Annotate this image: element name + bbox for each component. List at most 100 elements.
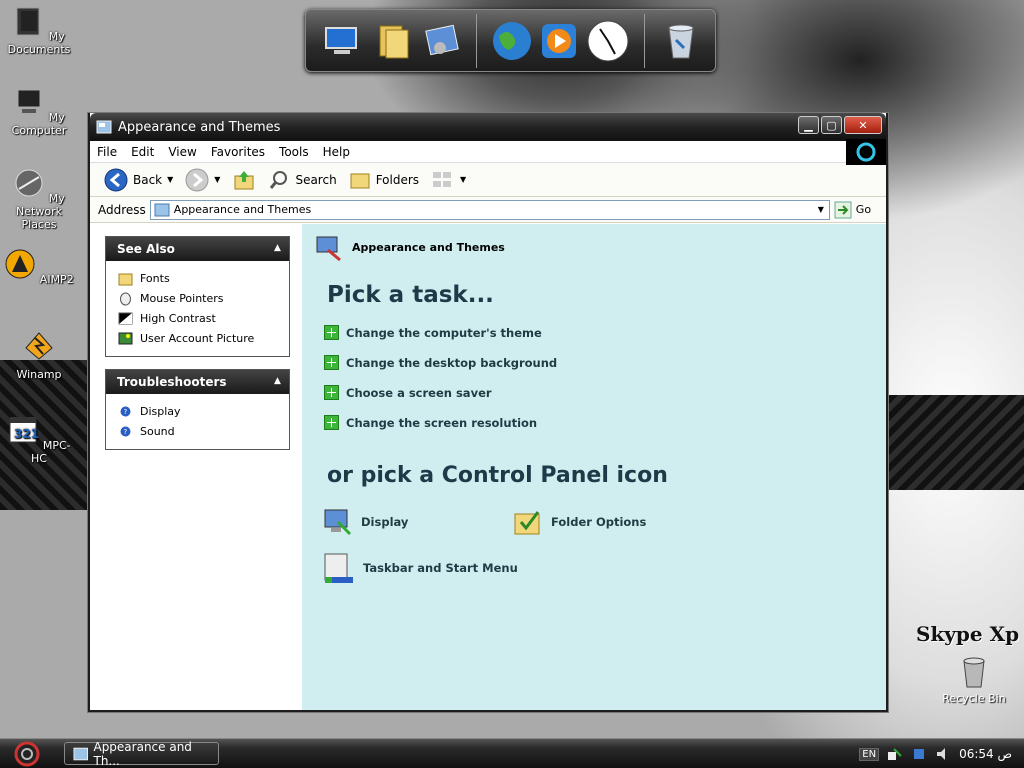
menu-help[interactable]: Help xyxy=(316,145,357,159)
left-task-pane: See Also ▲ Fonts Mouse Pointers High Con… xyxy=(90,224,302,710)
task-change-background[interactable]: Change the desktop background xyxy=(324,355,557,370)
category-heading: Appearance and Themes xyxy=(314,232,505,262)
menu-tools[interactable]: Tools xyxy=(272,145,316,159)
content-area: See Also ▲ Fonts Mouse Pointers High Con… xyxy=(90,224,886,710)
folder-icon[interactable] xyxy=(372,18,418,64)
task-screen-saver[interactable]: Choose a screen saver xyxy=(324,385,492,400)
see-also-user-picture[interactable]: User Account Picture xyxy=(118,328,289,348)
window-title: Appearance and Themes xyxy=(118,119,281,135)
clock[interactable]: 06:54 ص xyxy=(959,747,1012,761)
menu-view[interactable]: View xyxy=(161,145,203,159)
see-also-mouse-pointers[interactable]: Mouse Pointers xyxy=(118,288,289,308)
desktop-icon-my-documents[interactable]: My Documents xyxy=(0,5,78,56)
taskbar-icon xyxy=(324,553,353,583)
clock-icon[interactable] xyxy=(585,18,631,64)
menu-file[interactable]: File xyxy=(90,145,124,159)
volume-tray-icon[interactable] xyxy=(935,746,951,762)
trash-icon[interactable] xyxy=(658,18,704,64)
svg-text:?: ? xyxy=(124,408,128,416)
troubleshooters-panel: Troubleshooters ▲ ? Display ? Sound xyxy=(105,369,290,450)
help-icon: ? xyxy=(120,426,131,436)
collapse-icon[interactable]: ▲ xyxy=(271,242,284,255)
pick-task-heading: Pick a task... xyxy=(327,282,494,308)
task-arrow-icon xyxy=(324,355,339,370)
folders-icon xyxy=(350,173,370,188)
close-button[interactable]: ✕ xyxy=(844,116,882,134)
display-icon xyxy=(324,509,352,536)
see-also-high-contrast[interactable]: High Contrast xyxy=(118,308,289,328)
my-computer-icon xyxy=(17,89,41,113)
mouse-icon xyxy=(120,292,131,305)
back-button[interactable]: Back ▼ xyxy=(100,166,177,194)
fonts-folder-icon xyxy=(118,273,133,285)
windows-logo-icon xyxy=(846,139,886,165)
appearance-themes-icon xyxy=(316,236,341,262)
cp-icon-display[interactable]: Display xyxy=(322,506,408,538)
desktop-icon-network[interactable]: My Network Places xyxy=(0,167,78,231)
search-button[interactable]: Search xyxy=(264,167,340,193)
address-label: Address xyxy=(98,202,146,217)
window-titlebar[interactable]: Appearance and Themes ▁ ▢ ✕ xyxy=(90,113,886,141)
start-button[interactable] xyxy=(10,741,44,767)
media-player-icon[interactable] xyxy=(536,18,582,64)
control-panel-small-icon xyxy=(73,747,89,760)
collapse-icon[interactable]: ▲ xyxy=(271,375,284,388)
back-dropdown-icon[interactable]: ▼ xyxy=(167,175,173,184)
language-indicator[interactable]: EN xyxy=(859,747,880,761)
start-orb-icon xyxy=(14,741,40,767)
svg-text:?: ? xyxy=(124,428,128,436)
task-change-theme[interactable]: Change the computer's theme xyxy=(324,325,542,340)
network-places-icon xyxy=(15,169,43,197)
cp-icon-taskbar[interactable]: Taskbar and Start Menu xyxy=(322,551,518,585)
go-button[interactable]: Go xyxy=(834,201,871,219)
mpc-hc-icon: 321 xyxy=(9,417,39,443)
toolbar: Back ▼ ▼ Search Folders ▼ xyxy=(90,163,886,197)
cp-icon-folder-options[interactable]: Folder Options xyxy=(512,506,646,538)
back-arrow-icon xyxy=(104,168,128,191)
my-documents-icon xyxy=(16,7,40,36)
taskbar-button-appearance[interactable]: Appearance and Th... xyxy=(64,740,219,768)
control-panel-small-icon xyxy=(96,120,112,134)
control-panel-icon[interactable] xyxy=(418,18,464,64)
explorer-window: Appearance and Themes ▁ ▢ ✕ File Edit Vi… xyxy=(88,113,888,712)
menu-edit[interactable]: Edit xyxy=(124,145,161,159)
folders-button[interactable]: Folders xyxy=(345,167,423,193)
forward-button[interactable]: ▼ xyxy=(181,166,224,194)
maximize-button[interactable]: ▢ xyxy=(821,116,842,134)
menu-favorites[interactable]: Favorites xyxy=(204,145,272,159)
network-tray-icon[interactable] xyxy=(887,746,903,762)
views-icon xyxy=(433,171,452,187)
address-dropdown-icon[interactable]: ▼ xyxy=(813,201,829,219)
see-also-header[interactable]: See Also ▲ xyxy=(106,237,289,261)
wallpaper-dark-band-right xyxy=(888,395,1024,490)
skype-xp-label: Skype Xp xyxy=(916,622,1020,646)
desktop-icon-winamp[interactable]: Winamp xyxy=(0,330,78,381)
up-folder-icon xyxy=(234,170,254,189)
dock xyxy=(305,9,716,72)
see-also-fonts[interactable]: Fonts xyxy=(118,268,289,288)
task-arrow-icon xyxy=(324,325,339,340)
winamp-icon xyxy=(25,332,53,360)
up-folder-button[interactable] xyxy=(228,166,260,194)
address-cp-icon xyxy=(154,203,170,216)
address-bar: Address Appearance and Themes ▼ Go xyxy=(90,197,886,223)
task-screen-resolution[interactable]: Change the screen resolution xyxy=(324,415,537,430)
go-arrow-icon xyxy=(834,201,852,218)
forward-dropdown-icon[interactable]: ▼ xyxy=(214,175,220,184)
help-icon: ? xyxy=(120,406,131,416)
desktop-icon-recycle-bin[interactable]: Recycle Bin xyxy=(938,655,1010,705)
troubleshooters-header[interactable]: Troubleshooters ▲ xyxy=(106,370,289,394)
pick-icon-heading: or pick a Control Panel icon xyxy=(327,463,668,488)
troubleshooter-display[interactable]: ? Display xyxy=(118,401,289,421)
address-input[interactable]: Appearance and Themes ▼ xyxy=(149,199,830,220)
minimize-button[interactable]: ▁ xyxy=(798,116,819,134)
desktop-icon-mpc-hc[interactable]: 321 MPC-HC xyxy=(0,414,78,465)
troubleshooter-sound[interactable]: ? Sound xyxy=(118,421,289,441)
security-tray-icon[interactable] xyxy=(911,746,927,762)
desktop-icon-aimp[interactable]: AIMP2 xyxy=(0,248,78,286)
forward-arrow-icon xyxy=(185,168,209,191)
desktop-icon-my-computer[interactable]: My Computer xyxy=(0,86,78,137)
views-button[interactable]: ▼ xyxy=(427,167,470,193)
computer-icon[interactable] xyxy=(320,18,366,64)
globe-icon[interactable] xyxy=(489,18,535,64)
